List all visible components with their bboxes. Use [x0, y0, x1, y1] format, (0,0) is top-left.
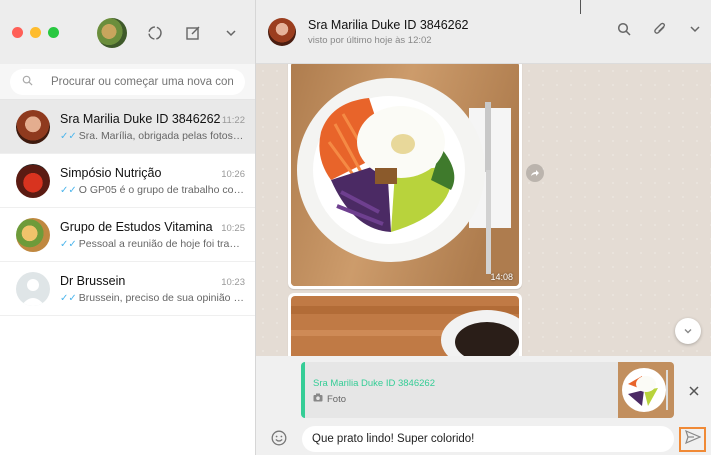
image-message[interactable]: 14:08	[288, 64, 522, 289]
close-icon[interactable]	[689, 383, 699, 401]
search-icon[interactable]	[617, 22, 631, 41]
chat-name: Grupo de Estudos Vitamina	[60, 219, 213, 234]
new-chat-icon[interactable]	[183, 23, 203, 43]
chat-item-marilia[interactable]: Sra Marilia Duke ID 3846262 11:22 ✓✓ Sra.…	[0, 100, 255, 154]
chat-item-simposio[interactable]: Simpósio Nutrição 10:26 ✓✓ O GP05 é o gru…	[0, 154, 255, 208]
chat-list-pane: Sra Marilia Duke ID 3846262 11:22 ✓✓Sra.…	[0, 0, 256, 455]
conversation-header: Sra Marilia Duke ID 3846262 visto por úl…	[256, 0, 711, 64]
chat-name: Simpósio Nutrição	[60, 165, 162, 180]
conversation-pane: Sra Marilia Duke ID 3846262 visto por úl…	[256, 0, 711, 455]
quoted-message[interactable]: Sra Marilia Duke ID 3846262 Foto	[301, 362, 674, 418]
search-input[interactable]	[51, 76, 233, 88]
avatar	[16, 217, 50, 252]
image-message[interactable]	[288, 293, 522, 356]
chat-preview: Brussein, preciso de sua opinião co...	[78, 291, 245, 304]
search-bar	[0, 64, 255, 100]
chat-time: 11:22	[221, 114, 245, 126]
status-icon[interactable]	[145, 23, 165, 43]
forward-icon[interactable]	[526, 164, 544, 182]
send-icon	[684, 429, 702, 449]
emoji-icon[interactable]	[271, 430, 287, 451]
reply-preview-bar: Sra Marilia Duke ID 3846262 Foto	[256, 356, 711, 422]
avatar	[16, 109, 50, 144]
maximize-window-button[interactable]	[48, 26, 59, 38]
chat-preview: O GP05 é o grupo de trabalho com ...	[78, 183, 245, 196]
my-profile-avatar[interactable]	[97, 18, 127, 48]
chat-item-dr-brussein[interactable]: Dr Brussein 10:23 ✓✓ Brussein, preciso de…	[0, 262, 255, 316]
last-seen-status: visto por último hoje às 12:02	[308, 34, 432, 46]
contact-avatar[interactable]	[268, 17, 296, 46]
window-controls	[12, 26, 59, 38]
close-window-button[interactable]	[12, 26, 23, 38]
message-composer	[256, 422, 711, 455]
sidebar-header	[0, 0, 255, 64]
search-box	[10, 69, 245, 95]
read-ticks-icon: ✓✓	[60, 238, 77, 250]
search-icon	[22, 75, 33, 89]
chat-name: Dr Brussein	[60, 273, 126, 288]
minimize-window-button[interactable]	[30, 26, 41, 38]
message-input[interactable]	[312, 433, 664, 445]
read-ticks-icon: ✓✓	[60, 184, 77, 196]
send-button[interactable]	[679, 427, 706, 452]
chat-time: 10:23	[221, 276, 245, 288]
quoted-sender: Sra Marilia Duke ID 3846262	[313, 378, 435, 389]
chat-time: 10:26	[221, 168, 245, 180]
chevron-down-icon[interactable]	[221, 23, 241, 43]
chat-name: Sra Marilia Duke ID 3846262	[60, 111, 221, 126]
message-time: 14:08	[490, 272, 513, 282]
default-avatar-icon	[16, 271, 50, 306]
contact-name[interactable]: Sra Marilia Duke ID 3846262	[308, 18, 469, 32]
attach-icon[interactable]	[653, 22, 667, 41]
camera-icon	[313, 393, 323, 405]
quoted-type-label: Foto	[327, 393, 347, 405]
avatar	[16, 163, 50, 198]
chevron-down-icon[interactable]	[689, 22, 701, 41]
chat-preview: Sra. Marília, obrigada pelas fotos. E...	[78, 129, 245, 142]
food-photo[interactable]: 14:08	[291, 64, 519, 286]
message-input-box	[302, 426, 674, 452]
read-ticks-icon: ✓✓	[60, 130, 77, 142]
chat-time: 10:25	[221, 222, 245, 234]
chat-item-grupo-vitamina[interactable]: Grupo de Estudos Vitamina 10:25 ✓✓ Pessoa…	[0, 208, 255, 262]
quoted-photo-thumbnail	[618, 362, 674, 418]
divider	[580, 0, 581, 14]
message-area[interactable]: 14:08	[256, 64, 711, 356]
scroll-down-button[interactable]	[675, 318, 701, 344]
read-ticks-icon: ✓✓	[60, 292, 77, 304]
coffee-photo[interactable]	[291, 296, 519, 356]
chat-preview: Pessoal a reunião de hoje foi transf...	[78, 237, 245, 250]
